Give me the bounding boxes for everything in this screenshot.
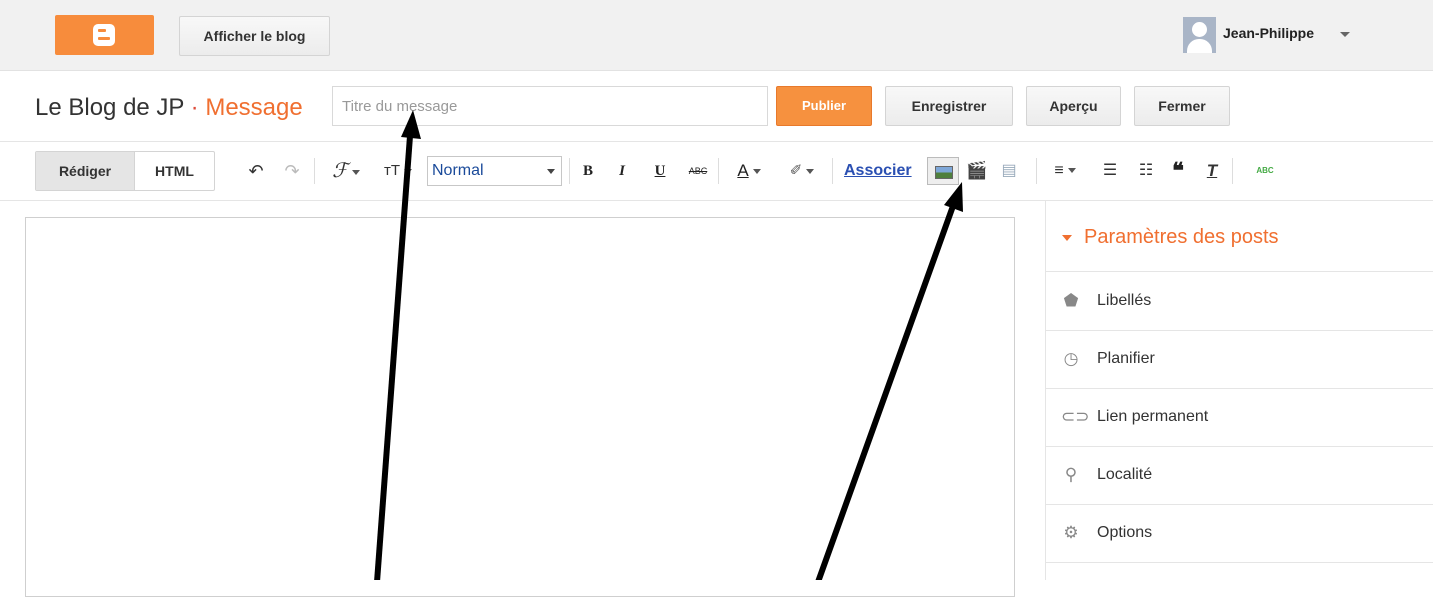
blogger-logo-icon[interactable] xyxy=(55,15,154,55)
redo-icon[interactable]: ↷ xyxy=(280,157,304,185)
mode-tabs: Rédiger HTML xyxy=(35,151,215,191)
italic-icon[interactable]: I xyxy=(612,157,632,185)
sidebar-item-label: Libellés xyxy=(1097,292,1152,309)
publish-button[interactable]: Publier xyxy=(776,86,872,126)
close-button[interactable]: Fermer xyxy=(1134,86,1230,126)
link-button[interactable]: Associer xyxy=(844,157,912,185)
toolbar-divider xyxy=(832,158,833,184)
undo-icon[interactable]: ↶ xyxy=(244,157,268,185)
sidebar-item-schedule[interactable]: ◷ Planifier xyxy=(1045,330,1433,389)
align-icon[interactable]: ≡ xyxy=(1045,157,1085,185)
section-label: Message xyxy=(205,94,303,121)
chevron-down-icon xyxy=(547,169,555,174)
sidebar-item-label: Options xyxy=(1097,524,1153,541)
format-select-value: Normal xyxy=(432,162,484,179)
sidebar-item-label: Planifier xyxy=(1097,350,1155,367)
tab-compose[interactable]: Rédiger xyxy=(36,152,135,190)
quote-icon[interactable]: ❝ xyxy=(1165,157,1191,185)
blogger-b-icon xyxy=(93,24,115,46)
post-settings-header[interactable]: Paramètres des posts xyxy=(1045,201,1433,272)
link-icon: ⊂⊃ xyxy=(1061,407,1090,426)
avatar[interactable] xyxy=(1183,17,1216,53)
format-select[interactable]: Normal xyxy=(427,156,562,186)
save-button[interactable]: Enregistrer xyxy=(885,86,1013,126)
toolbar-divider xyxy=(314,158,315,184)
post-settings-title: Paramètres des posts xyxy=(1084,226,1279,248)
sidebar-item-labels[interactable]: ⬟ Libellés xyxy=(1045,272,1433,331)
font-size-icon[interactable]: тT xyxy=(376,157,420,185)
user-menu-caret-icon[interactable] xyxy=(1340,32,1350,37)
blog-name: Le Blog de JP xyxy=(35,94,185,121)
font-family-icon[interactable]: ℱ xyxy=(324,157,368,185)
bold-icon[interactable]: B xyxy=(578,157,598,185)
sidebar-item-label: Lien permanent xyxy=(1097,408,1209,425)
sidebar-item-options[interactable]: ⚙ Options xyxy=(1045,504,1433,563)
user-name[interactable]: Jean-Philippe xyxy=(1223,25,1314,41)
sidebar-item-permalink[interactable]: ⊂⊃ Lien permanent xyxy=(1045,388,1433,447)
text-color-glyph: A xyxy=(737,161,749,180)
jump-break-icon[interactable]: ▤ xyxy=(996,157,1022,185)
sidebar-item-label: Localité xyxy=(1097,466,1153,483)
text-color-icon[interactable]: A xyxy=(729,157,769,185)
toolbar-divider xyxy=(1036,158,1037,184)
numbered-list-icon[interactable]: ☰ xyxy=(1097,157,1123,185)
page-title: Le Blog de JP · Message xyxy=(35,94,303,122)
post-title-input[interactable] xyxy=(332,86,768,126)
gear-icon: ⚙ xyxy=(1063,523,1079,542)
tag-icon: ⬟ xyxy=(1063,291,1079,310)
toolbar-divider xyxy=(1232,158,1233,184)
view-blog-button[interactable]: Afficher le blog xyxy=(179,16,330,56)
tab-html[interactable]: HTML xyxy=(135,152,214,190)
spell-check-icon[interactable]: ABC xyxy=(1251,157,1279,185)
caret-down-icon xyxy=(1062,235,1072,241)
clock-icon: ◷ xyxy=(1063,349,1079,368)
sidebar-item-location[interactable]: ⚲ Localité xyxy=(1045,446,1433,505)
remove-formatting-icon[interactable]: T xyxy=(1199,157,1225,185)
highlight-color-icon[interactable]: ✐ xyxy=(782,157,822,185)
toolbar-divider xyxy=(569,158,570,184)
bulleted-list-icon[interactable]: ☷ xyxy=(1133,157,1159,185)
underline-icon[interactable]: U xyxy=(650,157,670,185)
title-separator: · xyxy=(184,94,206,121)
insert-video-icon[interactable]: 🎬 xyxy=(964,157,990,185)
post-body-editor[interactable] xyxy=(25,217,1015,597)
strikethrough-icon[interactable]: ABC xyxy=(683,157,713,185)
location-pin-icon: ⚲ xyxy=(1064,465,1078,484)
preview-button[interactable]: Aperçu xyxy=(1026,86,1121,126)
toolbar-divider xyxy=(718,158,719,184)
insert-image-icon[interactable] xyxy=(927,157,959,185)
